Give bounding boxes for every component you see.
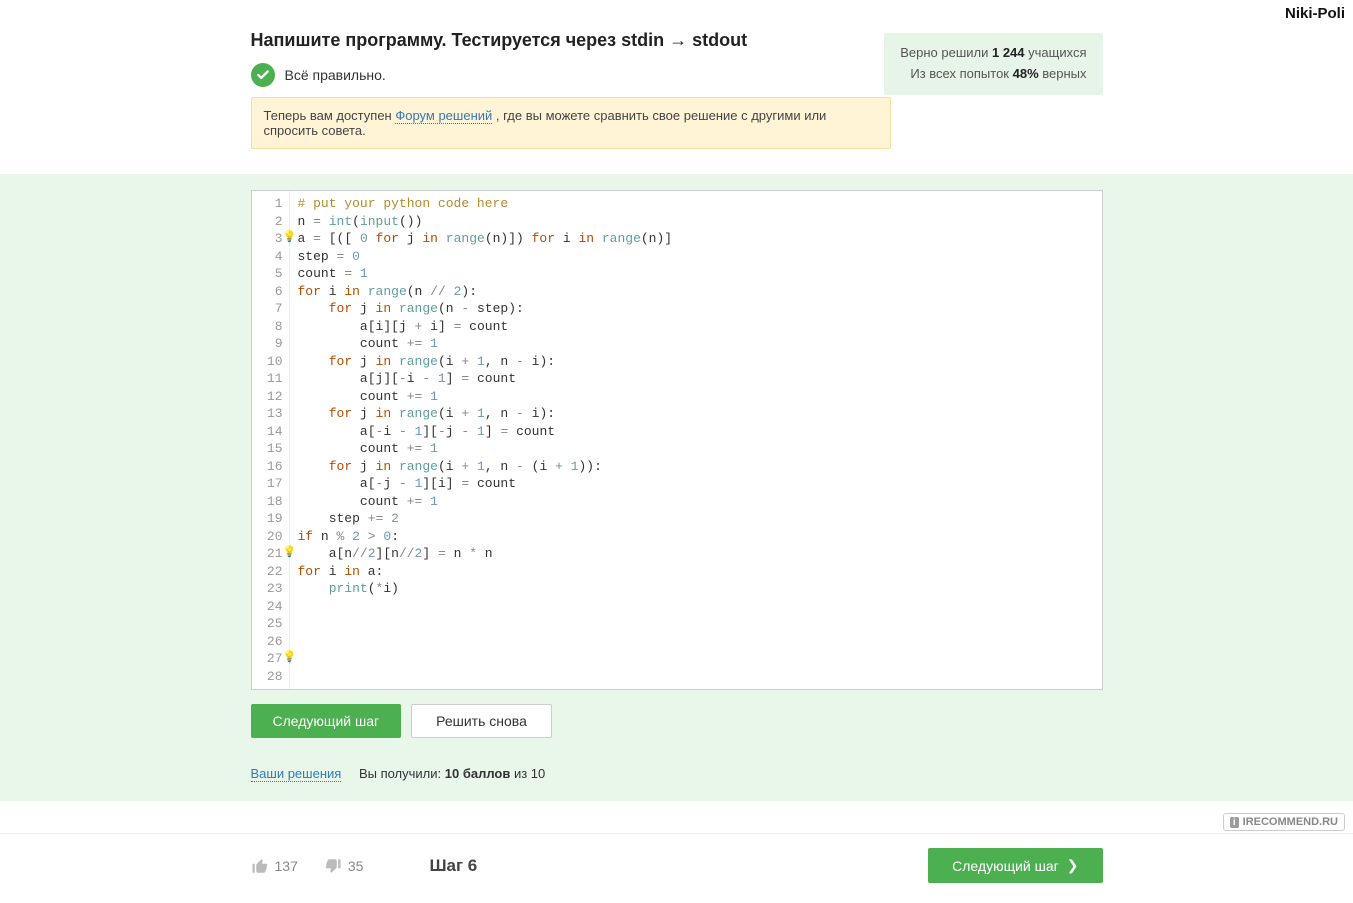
footer-next-label: Следующий шаг — [952, 858, 1059, 874]
footer-next-button[interactable]: Следующий шаг ❯ — [928, 848, 1102, 883]
your-solutions-link[interactable]: Ваши решения — [251, 766, 342, 782]
lightbulb-icon[interactable]: 💡 — [283, 230, 295, 248]
next-step-button[interactable]: Следующий шаг — [251, 704, 402, 738]
line-number: 7 — [252, 300, 283, 318]
line-number: 14 — [252, 423, 283, 441]
code-area[interactable]: # put your python code here n = int(inpu… — [290, 191, 1102, 689]
watermark-text: IRECOMMEND.RU — [1243, 816, 1338, 828]
line-number: 28 — [252, 668, 283, 686]
line-number: 26 — [252, 633, 283, 651]
line-number: 12 — [252, 388, 283, 406]
like-count: 137 — [275, 858, 298, 874]
info-icon: i — [1230, 817, 1239, 828]
score-prefix: Вы получили: — [359, 766, 445, 781]
line-number: 4 — [252, 248, 283, 266]
stats-solved-count: 1 244 — [992, 45, 1025, 60]
forum-notice: Теперь вам доступен Форум решений , где … — [251, 97, 891, 149]
line-number: 25 — [252, 615, 283, 633]
score-points: 10 баллов — [445, 766, 511, 781]
lightbulb-icon[interactable]: 💡 — [283, 650, 295, 668]
stats-attempts-prefix: Из всех попыток — [910, 66, 1012, 81]
stats-attempts-suffix: верных — [1039, 66, 1087, 81]
user-name[interactable]: Niki-Poli — [1285, 5, 1345, 22]
solve-again-button[interactable]: Решить снова — [411, 704, 552, 738]
line-number: 8 — [252, 318, 283, 336]
line-number: 3💡 — [252, 230, 283, 248]
chevron-right-icon: ❯ — [1067, 857, 1079, 874]
step-label: Шаг 6 — [429, 856, 477, 876]
dislike-block[interactable]: 35 — [324, 857, 364, 875]
code-editor[interactable]: 123💡456789101112131415161718192021💡22232… — [251, 190, 1103, 690]
check-icon — [251, 63, 275, 87]
thumb-down-icon — [324, 857, 342, 875]
line-number: 5 — [252, 265, 283, 283]
line-number: 23 — [252, 580, 283, 598]
line-number: 21💡 — [252, 545, 283, 563]
dislike-count: 35 — [348, 858, 364, 874]
line-number: 16 — [252, 458, 283, 476]
line-number: 6 — [252, 283, 283, 301]
stats-solved-prefix: Верно решили — [900, 45, 992, 60]
line-number: 1 — [252, 195, 283, 213]
line-number: 20 — [252, 528, 283, 546]
thumb-up-icon — [251, 857, 269, 875]
forum-link[interactable]: Форум решений — [395, 108, 492, 124]
line-number: 11 — [252, 370, 283, 388]
line-number: 18 — [252, 493, 283, 511]
like-block[interactable]: 137 — [251, 857, 298, 875]
line-number: 10 — [252, 353, 283, 371]
line-number: 24 — [252, 598, 283, 616]
score-suffix: из 10 — [510, 766, 545, 781]
line-number: 17 — [252, 475, 283, 493]
watermark: i IRECOMMEND.RU — [1223, 813, 1345, 831]
line-number: 22 — [252, 563, 283, 581]
line-number: 13 — [252, 405, 283, 423]
correct-label: Всё правильно. — [285, 67, 386, 83]
line-number: 9 — [252, 335, 283, 353]
line-number: 15 — [252, 440, 283, 458]
notice-prefix: Теперь вам доступен — [264, 108, 396, 123]
line-number: 19 — [252, 510, 283, 528]
line-number: 2 — [252, 213, 283, 231]
line-number: 27💡 — [252, 650, 283, 668]
lightbulb-icon[interactable]: 💡 — [283, 545, 295, 563]
stats-attempts-pct: 48% — [1013, 66, 1039, 81]
line-gutter: 123💡456789101112131415161718192021💡22232… — [252, 191, 290, 689]
stats-solved-suffix: учащихся — [1025, 45, 1087, 60]
stats-box: Верно решили 1 244 учащихся Из всех попы… — [884, 33, 1102, 95]
